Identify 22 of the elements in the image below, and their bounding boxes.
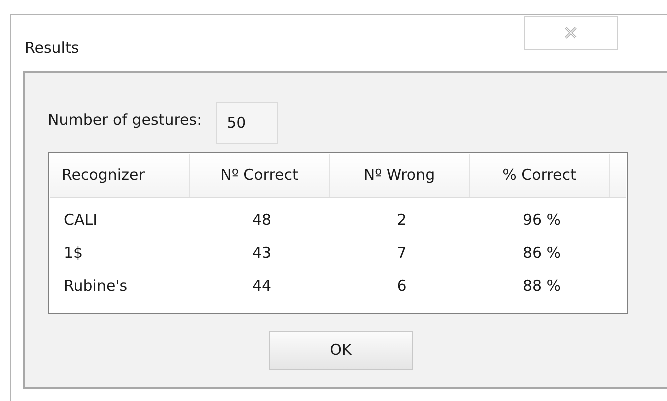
column-header[interactable]: % Correct [470,154,610,197]
column-header[interactable]: Nº Wrong [330,154,470,197]
table-cell: 48 [252,211,272,230]
gestures-label: Number of gestures: [48,110,202,131]
table-cell: 6 [397,277,407,296]
gestures-field: 50 [216,102,278,144]
column-header[interactable]: Nº Correct [190,154,330,197]
table-cell: 88 % [522,277,562,296]
table-cell: 96 % [522,211,562,230]
table-cell: CALI [64,211,98,230]
ok-button[interactable]: OK [269,331,413,370]
column-header[interactable]: Recognizer [50,154,190,197]
close-button[interactable] [524,16,618,50]
window-title: Results [25,38,80,59]
table-cell: 7 [397,244,407,262]
table-cell: 1$ [64,244,84,262]
table-cell: 44 [252,277,272,296]
table-cell: 86 % [522,244,562,262]
table-cell: 43 [252,244,272,262]
table-cell: Rubine's [64,277,128,296]
table-cell: 2 [397,211,407,230]
close-icon [564,27,578,39]
